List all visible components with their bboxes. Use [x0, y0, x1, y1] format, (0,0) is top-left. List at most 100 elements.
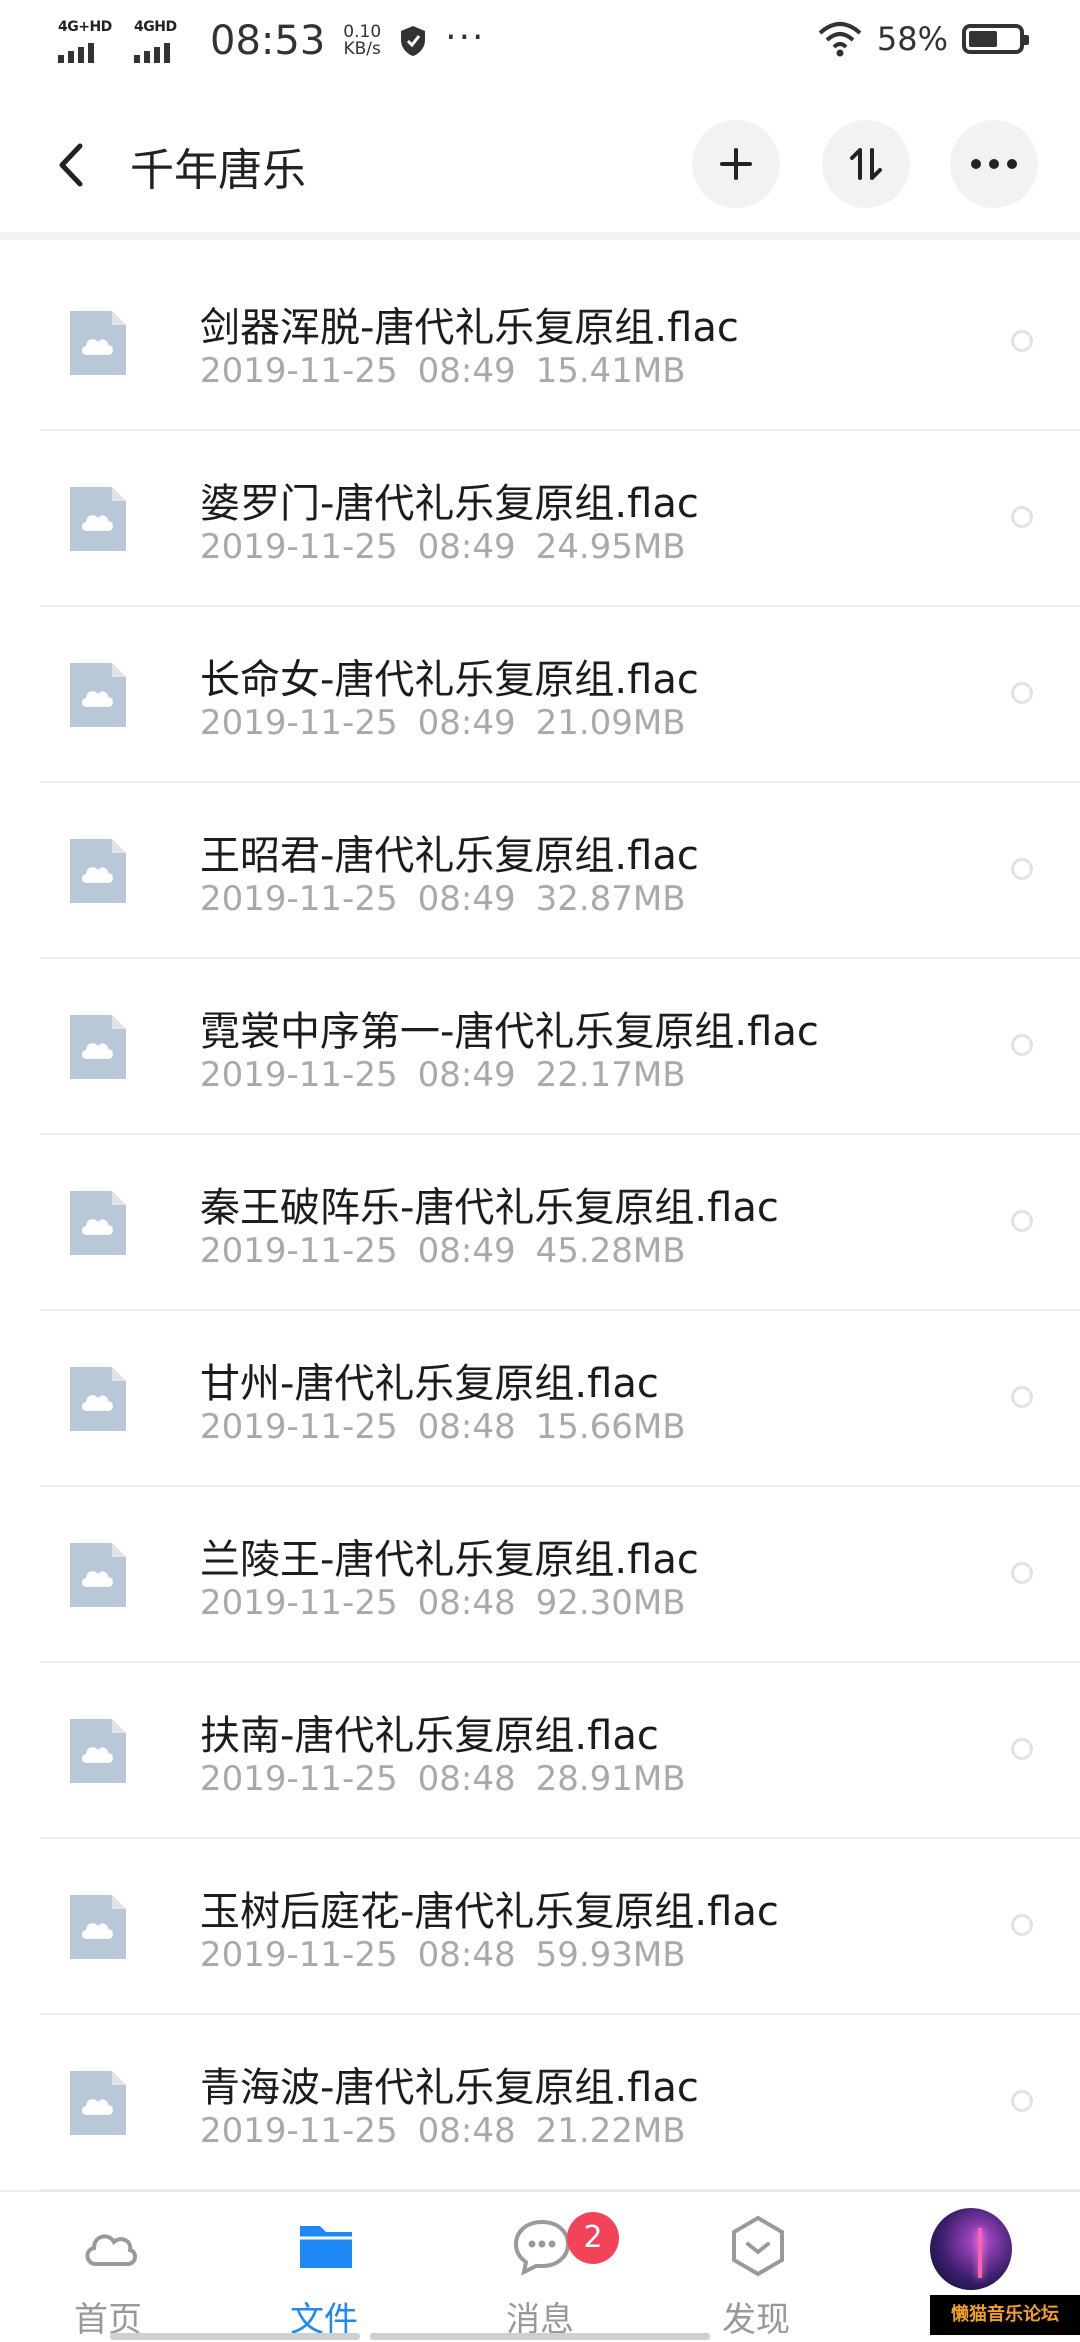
- back-button[interactable]: [50, 140, 94, 190]
- select-radio[interactable]: [1011, 1210, 1033, 1232]
- tab-home[interactable]: 首页: [0, 2192, 216, 2342]
- battery-fill: [969, 31, 997, 47]
- file-time: 08:49: [417, 879, 516, 919]
- file-row[interactable]: 甘州-唐代礼乐复原组.flac 2019-11-25 08:48 15.66MB: [40, 1311, 1080, 1487]
- status-left: 4G+HD 4GHD 08:53 0.10 KB/s ···: [58, 16, 486, 64]
- user-avatar[interactable]: [930, 2208, 1012, 2290]
- file-meta: 2019-11-25 08:49 22.17MB: [200, 1055, 686, 1095]
- plus-icon: [720, 148, 752, 180]
- audio-file-icon: [70, 839, 126, 903]
- more-notifications-icon: ···: [445, 16, 486, 58]
- file-size: 21.09MB: [535, 703, 686, 743]
- message-icon: [513, 2219, 571, 2276]
- file-size: 15.41MB: [535, 351, 686, 391]
- file-row[interactable]: 剑器浑脱-唐代礼乐复原组.flac 2019-11-25 08:49 15.41MB: [40, 255, 1080, 431]
- add-button[interactable]: [692, 120, 780, 208]
- file-row[interactable]: 霓裳中序第一-唐代礼乐复原组.flac 2019-11-25 08:49 22.17…: [40, 959, 1080, 1135]
- file-size: 28.91MB: [535, 1759, 686, 1799]
- select-radio[interactable]: [1011, 1914, 1033, 1936]
- file-time: 08:49: [417, 1231, 516, 1271]
- audio-file-icon: [70, 1719, 126, 1783]
- select-radio[interactable]: [1011, 1034, 1033, 1056]
- file-meta: 2019-11-25 08:48 59.93MB: [200, 1935, 686, 1975]
- signal-bars-icon: [134, 43, 170, 63]
- more-button[interactable]: [950, 120, 1038, 208]
- cloud-icon: [85, 2234, 137, 2266]
- network-type-1: 4G+HD: [58, 19, 112, 35]
- file-name: 甘州-唐代礼乐复原组.flac: [200, 1361, 659, 1407]
- sort-icon: [850, 148, 882, 180]
- file-time: 08:48: [417, 1759, 516, 1799]
- file-time: 08:48: [417, 1407, 516, 1447]
- file-row[interactable]: 婆罗门-唐代礼乐复原组.flac 2019-11-25 08:49 24.95MB: [40, 431, 1080, 607]
- select-radio[interactable]: [1011, 1386, 1033, 1408]
- audio-file-icon: [70, 1367, 126, 1431]
- battery-icon: [962, 24, 1029, 54]
- file-row[interactable]: 王昭君-唐代礼乐复原组.flac 2019-11-25 08:49 32.87MB: [40, 783, 1080, 959]
- file-time: 08:48: [417, 1583, 516, 1623]
- app-header: 千年唐乐: [0, 90, 1080, 240]
- file-name: 长命女-唐代礼乐复原组.flac: [200, 657, 699, 703]
- file-list: 剑器浑脱-唐代礼乐复原组.flac 2019-11-25 08:49 15.41MB…: [0, 255, 1080, 2191]
- file-meta: 2019-11-25 08:49 32.87MB: [200, 879, 686, 919]
- file-row[interactable]: 青海波-唐代礼乐复原组.flac 2019-11-25 08:48 21.22MB: [40, 2015, 1080, 2191]
- file-size: 92.30MB: [535, 1583, 686, 1623]
- file-date: 2019-11-25: [200, 1407, 398, 1447]
- file-row[interactable]: 玉树后庭花-唐代礼乐复原组.flac 2019-11-25 08:48 59.93M…: [40, 1839, 1080, 2015]
- gesture-indicator: [370, 2333, 710, 2340]
- file-size: 59.93MB: [535, 1935, 686, 1975]
- bottom-tab-bar: 首页 文件 2 消息 发现: [0, 2190, 1080, 2340]
- file-row[interactable]: 扶南-唐代礼乐复原组.flac 2019-11-25 08:48 28.91MB: [40, 1663, 1080, 1839]
- file-name: 扶南-唐代礼乐复原组.flac: [200, 1713, 659, 1759]
- file-name: 婆罗门-唐代礼乐复原组.flac: [200, 481, 699, 527]
- file-time: 08:49: [417, 527, 516, 567]
- audio-file-icon: [70, 2071, 126, 2135]
- sort-button[interactable]: [822, 120, 910, 208]
- shield-icon: [401, 26, 426, 56]
- select-radio[interactable]: [1011, 1738, 1033, 1760]
- file-date: 2019-11-25: [200, 1055, 398, 1095]
- file-meta: 2019-11-25 08:49 15.41MB: [200, 351, 686, 391]
- file-size: 24.95MB: [535, 527, 686, 567]
- clock: 08:53: [210, 18, 326, 64]
- file-row[interactable]: 兰陵王-唐代礼乐复原组.flac 2019-11-25 08:48 92.30MB: [40, 1487, 1080, 1663]
- signal-1-indicator: 4G+HD: [58, 19, 116, 63]
- select-radio[interactable]: [1011, 2090, 1033, 2112]
- file-row[interactable]: 长命女-唐代礼乐复原组.flac 2019-11-25 08:49 21.09MB: [40, 607, 1080, 783]
- tab-files[interactable]: 文件: [216, 2192, 432, 2342]
- file-time: 08:48: [417, 1935, 516, 1975]
- discover-icon: [732, 2215, 784, 2277]
- file-size: 32.87MB: [535, 879, 686, 919]
- file-time: 08:49: [417, 1055, 516, 1095]
- tab-discover[interactable]: 发现: [648, 2192, 864, 2342]
- file-size: 15.66MB: [535, 1407, 686, 1447]
- file-name: 王昭君-唐代礼乐复原组.flac: [200, 833, 699, 879]
- chevron-left-icon: [59, 143, 83, 187]
- file-name: 青海波-唐代礼乐复原组.flac: [200, 2065, 699, 2111]
- file-name: 秦王破阵乐-唐代礼乐复原组.flac: [200, 1185, 779, 1231]
- select-radio[interactable]: [1011, 330, 1033, 352]
- file-meta: 2019-11-25 08:49 24.95MB: [200, 527, 686, 567]
- file-date: 2019-11-25: [200, 351, 398, 391]
- audio-file-icon: [70, 663, 126, 727]
- network-type-2: 4GHD: [134, 19, 177, 35]
- tab-messages[interactable]: 2 消息: [432, 2192, 648, 2342]
- file-date: 2019-11-25: [200, 1231, 398, 1271]
- file-meta: 2019-11-25 08:48 92.30MB: [200, 1583, 686, 1623]
- file-row[interactable]: 秦王破阵乐-唐代礼乐复原组.flac 2019-11-25 08:49 45.28M…: [40, 1135, 1080, 1311]
- file-time: 08:49: [417, 703, 516, 743]
- select-radio[interactable]: [1011, 506, 1033, 528]
- file-name: 霓裳中序第一-唐代礼乐复原组.flac: [200, 1009, 819, 1055]
- select-radio[interactable]: [1011, 682, 1033, 704]
- file-meta: 2019-11-25 08:48 15.66MB: [200, 1407, 686, 1447]
- audio-file-icon: [70, 311, 126, 375]
- signal-bars-icon: [58, 43, 94, 63]
- file-date: 2019-11-25: [200, 1759, 398, 1799]
- select-radio[interactable]: [1011, 858, 1033, 880]
- select-radio[interactable]: [1011, 1562, 1033, 1584]
- file-time: 08:48: [417, 2111, 516, 2151]
- file-meta: 2019-11-25 08:49 21.09MB: [200, 703, 686, 743]
- audio-file-icon: [70, 1015, 126, 1079]
- network-speed-unit: KB/s: [343, 39, 381, 59]
- file-meta: 2019-11-25 08:48 28.91MB: [200, 1759, 686, 1799]
